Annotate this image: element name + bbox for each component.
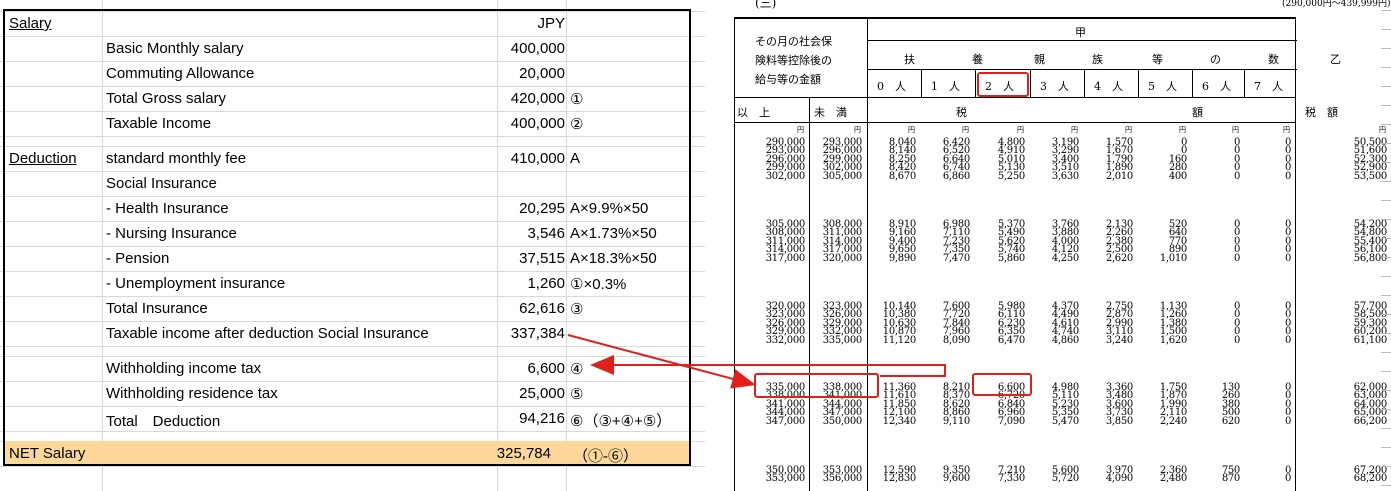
arrow-to-income-row	[567, 334, 756, 389]
arrow-to-withholding-tax	[590, 355, 946, 377]
annotation-arrows	[567, 334, 946, 389]
